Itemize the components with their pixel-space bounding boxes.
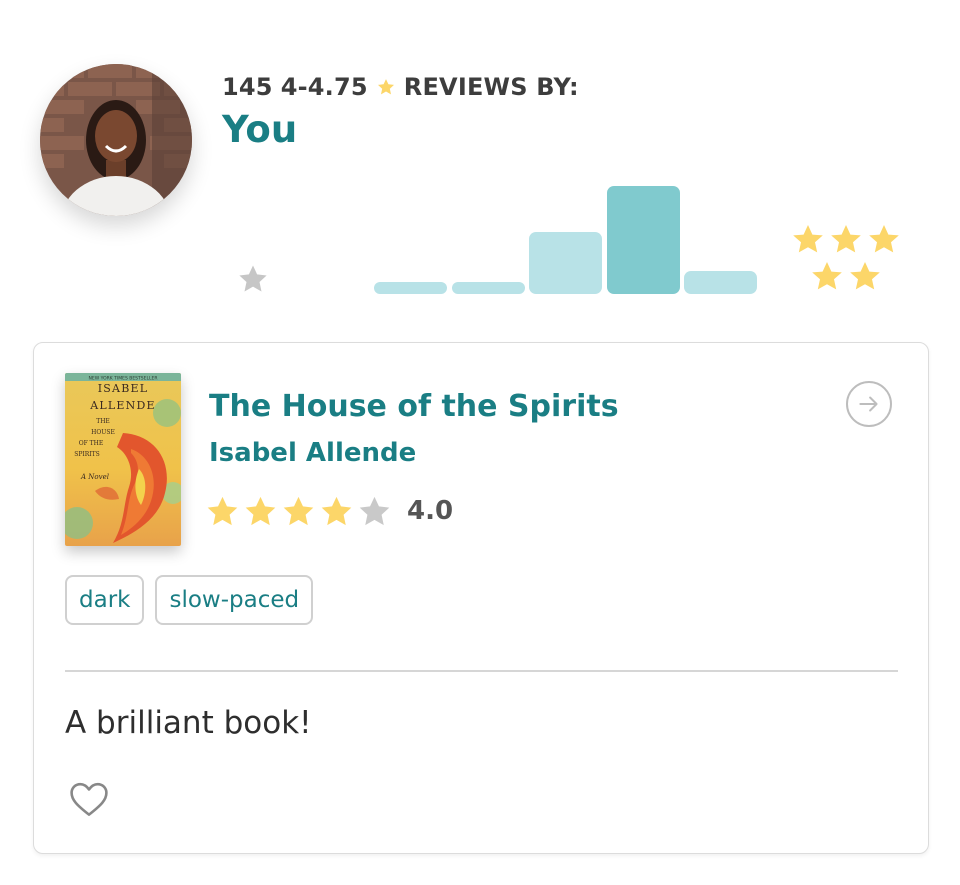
rating-histogram <box>374 182 758 294</box>
book-title[interactable]: The House of the Spirits <box>209 389 619 424</box>
review-text: A brilliant book! <box>65 705 312 741</box>
cover-author-last: ALLENDE <box>89 399 155 412</box>
heart-icon <box>70 782 108 816</box>
cover-title-line: HOUSE <box>91 429 115 436</box>
review-count: 145 <box>222 73 273 101</box>
rating-range: 4-4.75 <box>280 73 368 101</box>
tag-slow-paced[interactable]: slow-paced <box>155 575 314 625</box>
book-cover[interactable]: NEW YORK TIMES BESTSELLER ISABEL ALLENDE… <box>65 373 181 546</box>
star-icon <box>242 493 279 530</box>
star-icon <box>236 262 270 296</box>
star-icon <box>280 493 317 530</box>
star-icon <box>356 493 393 530</box>
cover-title-line: OF THE <box>79 440 104 447</box>
review-card: NEW YORK TIMES BESTSELLER ISABEL ALLENDE… <box>33 342 929 854</box>
open-review-button[interactable] <box>846 381 892 427</box>
avatar <box>40 64 192 216</box>
arrow-right-circle-icon <box>859 396 878 412</box>
cover-title-line: THE <box>96 418 110 425</box>
tag-dark[interactable]: dark <box>65 575 145 625</box>
star-icon <box>204 493 241 530</box>
reviews-by-label: REVIEWS BY: <box>403 73 579 101</box>
book-author[interactable]: Isabel Allende <box>209 438 416 468</box>
star-icon <box>318 493 355 530</box>
rating-stars <box>204 493 393 530</box>
histogram-bar <box>684 271 757 294</box>
histogram-bar <box>374 282 447 294</box>
cover-title-line: SPIRITS <box>74 451 100 458</box>
mood-tags: dark slow-paced <box>65 575 314 625</box>
reviewer-name[interactable]: You <box>222 108 297 151</box>
histogram-bar <box>607 186 680 294</box>
book-rating: 4.0 <box>204 489 453 533</box>
like-button[interactable] <box>68 779 110 819</box>
cover-subtitle: A Novel <box>80 473 109 481</box>
review-summary: 145 4-4.75 REVIEWS BY: <box>222 70 579 104</box>
cover-banner: NEW YORK TIMES BESTSELLER <box>89 376 158 382</box>
rating-value: 4.0 <box>407 496 454 526</box>
histogram-bar <box>452 282 525 294</box>
star-icon <box>376 77 396 97</box>
divider <box>65 670 898 672</box>
five-stars-icon <box>790 224 902 296</box>
cover-author-first: ISABEL <box>98 382 148 395</box>
histogram-bar <box>529 232 602 294</box>
